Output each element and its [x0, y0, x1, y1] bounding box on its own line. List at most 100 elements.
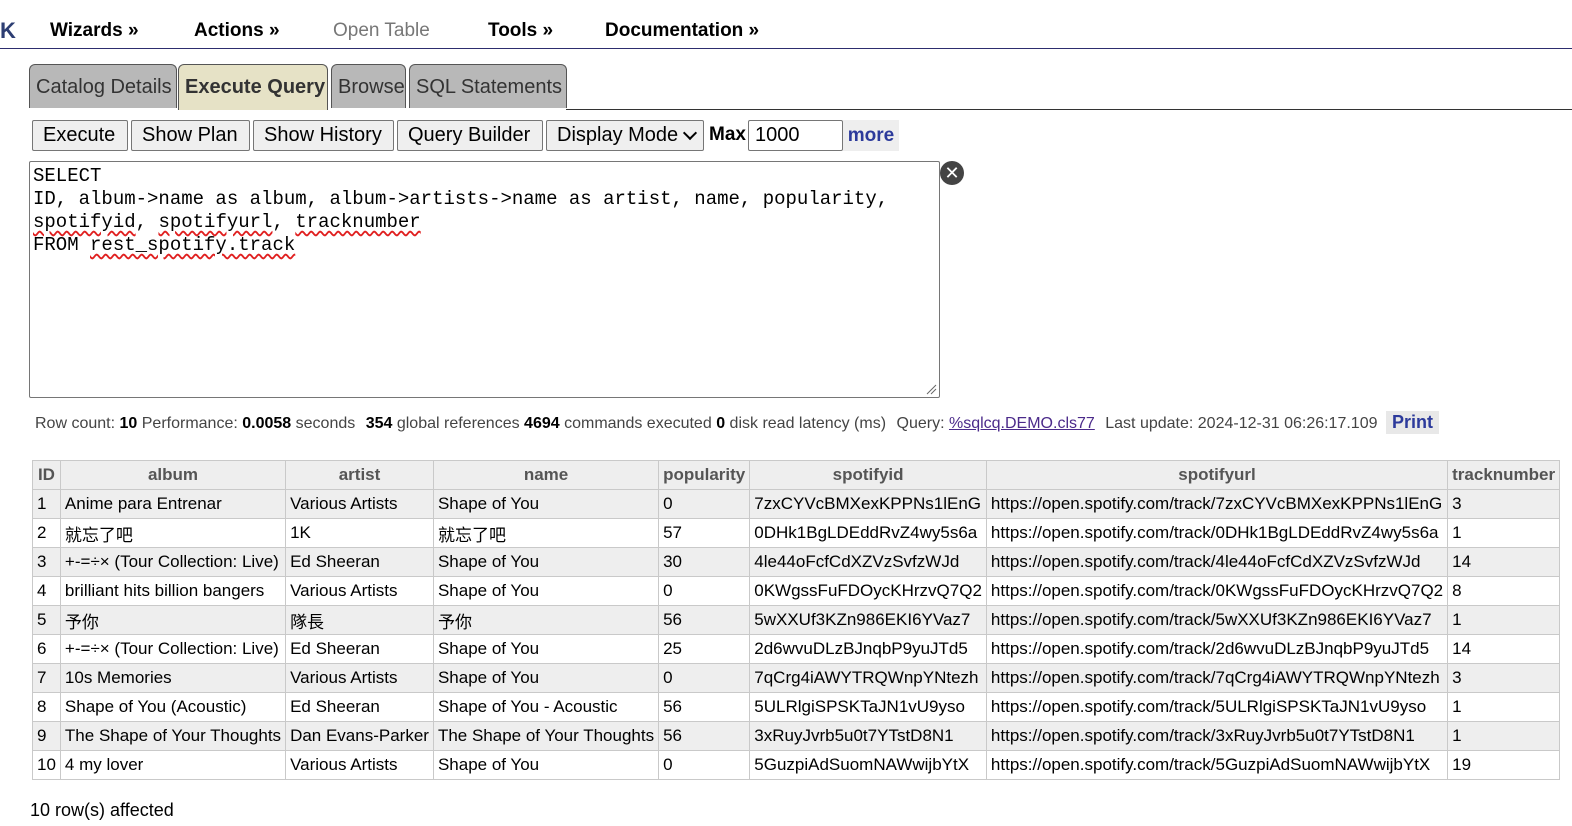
- cell-album: +-=÷× (Tour Collection: Live): [59, 547, 287, 577]
- rows-affected: 10 row(s) affected: [30, 800, 174, 820]
- tab-sql-statements[interactable]: SQL Statements: [409, 64, 567, 108]
- cell-tracknumber: 1: [1447, 605, 1561, 635]
- cell-album: Anime para Entrenar: [59, 489, 287, 519]
- table-row: 4 brilliant hits billion bangers Various A…: [32, 576, 1561, 606]
- more-link[interactable]: more: [843, 120, 899, 151]
- commands-label: commands executed: [564, 415, 712, 432]
- cell-id: 7: [32, 663, 61, 693]
- cell-name: 就忘了吧: [432, 518, 660, 548]
- cell-spotifyid: 0DHk1BgLDEddRvZ4wy5s6a: [749, 518, 987, 548]
- menu-documentation[interactable]: Documentation »: [605, 20, 759, 42]
- global-refs-value: 354: [365, 415, 393, 432]
- cell-popularity: 57: [658, 518, 751, 548]
- tab-execute-query[interactable]: Execute Query: [178, 64, 328, 110]
- show-plan-button[interactable]: Show Plan: [131, 120, 250, 151]
- cell-popularity: 25: [658, 634, 751, 664]
- query-token-tracknumber: tracknumber: [295, 211, 421, 233]
- display-mode-label: Display Mode: [557, 124, 679, 146]
- max-rows-input[interactable]: [748, 120, 843, 151]
- cell-spotifyid: 5ULRlgiSPSKTaJN1vU9yso: [749, 692, 987, 722]
- query-stats: Row count: 10 Performance: 0.0058 second…: [35, 411, 1439, 434]
- cell-album: The Shape of Your Thoughts: [59, 721, 287, 751]
- cell-popularity: 0: [658, 489, 751, 519]
- results-table: ID album artist name popularity spotifyi…: [32, 460, 1561, 780]
- performance-value: 0.0058: [242, 415, 292, 432]
- show-history-button[interactable]: Show History: [253, 120, 394, 151]
- cell-spotifyid: 5wXXUf3KZn986EKI6YVaz7: [749, 605, 987, 635]
- results-body: 1 Anime para Entrenar Various Artists Shape…: [32, 489, 1561, 780]
- disk-latency-value: 0: [716, 415, 726, 432]
- query-from-keyword: FROM: [33, 234, 91, 256]
- cell-spotifyurl: https://open.spotify.com/track/7qCrg4iAW…: [985, 663, 1449, 693]
- close-circle-icon[interactable]: ✕: [940, 161, 964, 185]
- cell-id: 1: [32, 489, 61, 519]
- table-row: 9 The Shape of Your Thoughts Dan Evans-Par…: [32, 721, 1561, 751]
- cell-spotifyid: 2d6wvuDLzBJnqbP9yuJTd5: [749, 634, 987, 664]
- cell-id: 9: [32, 721, 61, 751]
- table-row: 7 10s Memories Various Artists Shape of You…: [32, 663, 1561, 693]
- app-logo: K: [0, 18, 16, 43]
- performance-label: Performance:: [141, 415, 238, 432]
- menu-actions[interactable]: Actions »: [194, 20, 280, 42]
- menu-tools[interactable]: Tools »: [488, 20, 553, 42]
- display-mode-select[interactable]: Display Mode: [546, 120, 704, 151]
- cell-tracknumber: 8: [1447, 576, 1561, 606]
- cell-name: Shape of You: [432, 663, 660, 693]
- tab-browse[interactable]: Browse: [331, 64, 406, 108]
- cell-tracknumber: 1: [1447, 721, 1561, 751]
- column-header-album: album: [59, 460, 287, 490]
- cell-id: 8: [32, 692, 61, 722]
- cell-popularity: 30: [658, 547, 751, 577]
- cell-album: 予你: [59, 605, 287, 635]
- cell-id: 4: [32, 576, 61, 606]
- cell-popularity: 0: [658, 663, 751, 693]
- cell-id: 6: [32, 634, 61, 664]
- tab-catalog-details[interactable]: Catalog Details: [29, 64, 177, 108]
- query-builder-button[interactable]: Query Builder: [397, 120, 543, 151]
- last-update-value: 2024-12-31 06:26:17.109: [1197, 415, 1378, 432]
- cell-spotifyurl: https://open.spotify.com/track/4le44oFcf…: [985, 547, 1449, 577]
- cell-spotifyurl: https://open.spotify.com/track/7zxCYVcBM…: [985, 489, 1449, 519]
- table-row: 1 Anime para Entrenar Various Artists Shape…: [32, 489, 1561, 519]
- header-row: ID album artist name popularity spotifyi…: [32, 460, 1561, 490]
- cell-spotifyurl: https://open.spotify.com/track/0KWgssFuF…: [985, 576, 1449, 606]
- seconds-label: seconds: [295, 415, 356, 432]
- query-token-table: rest_spotify.track: [90, 234, 296, 256]
- last-update-label: Last update:: [1105, 415, 1194, 432]
- cell-spotifyurl: https://open.spotify.com/track/0DHk1BgLD…: [985, 518, 1449, 548]
- query-label: Query:: [896, 415, 945, 432]
- tab-divider: [566, 109, 1572, 110]
- cell-name: Shape of You: [432, 489, 660, 519]
- cell-artist: Ed Sheeran: [285, 547, 434, 577]
- cell-spotifyurl: https://open.spotify.com/track/5wXXUf3KZ…: [985, 605, 1449, 635]
- menu-wizards[interactable]: Wizards »: [50, 20, 139, 42]
- cell-artist: Various Artists: [285, 576, 434, 606]
- chevron-down-icon: [682, 125, 698, 141]
- cell-popularity: 56: [658, 721, 751, 751]
- cell-name: Shape of You: [432, 547, 660, 577]
- cell-album: Shape of You (Acoustic): [59, 692, 287, 722]
- row-count-value: 10: [119, 415, 138, 432]
- cell-spotifyid: 7qCrg4iAWYTRQWnpYNtezh: [749, 663, 987, 693]
- query-textarea[interactable]: SELECT ID, album->name as album, album->…: [29, 161, 940, 398]
- cell-album: 就忘了吧: [59, 518, 287, 548]
- cell-id: 5: [32, 605, 61, 635]
- query-separator: ,: [272, 211, 296, 233]
- cell-name: Shape of You: [432, 634, 660, 664]
- cell-tracknumber: 3: [1447, 489, 1561, 519]
- cell-popularity: 56: [658, 692, 751, 722]
- resize-grip-icon[interactable]: [925, 383, 937, 395]
- cell-album: brilliant hits billion bangers: [59, 576, 287, 606]
- cell-album: 10s Memories: [59, 663, 287, 693]
- cell-id: 3: [32, 547, 61, 577]
- query-token-spotifyid: spotifyid: [33, 211, 136, 233]
- table-row: 6 +-=÷× (Tour Collection: Live) Ed Sheeran…: [32, 634, 1561, 664]
- execute-button[interactable]: Execute: [32, 120, 128, 151]
- row-count-label: Row count:: [35, 415, 116, 432]
- cell-name: 予你: [432, 605, 660, 635]
- cell-popularity: 56: [658, 605, 751, 635]
- cached-query-link[interactable]: %sqlcq.DEMO.cls77: [949, 415, 1095, 432]
- print-link[interactable]: Print: [1385, 411, 1439, 434]
- cell-spotifyid: 0KWgssFuFDOycKHrzvQ7Q2: [749, 576, 987, 606]
- cell-tracknumber: 3: [1447, 663, 1561, 693]
